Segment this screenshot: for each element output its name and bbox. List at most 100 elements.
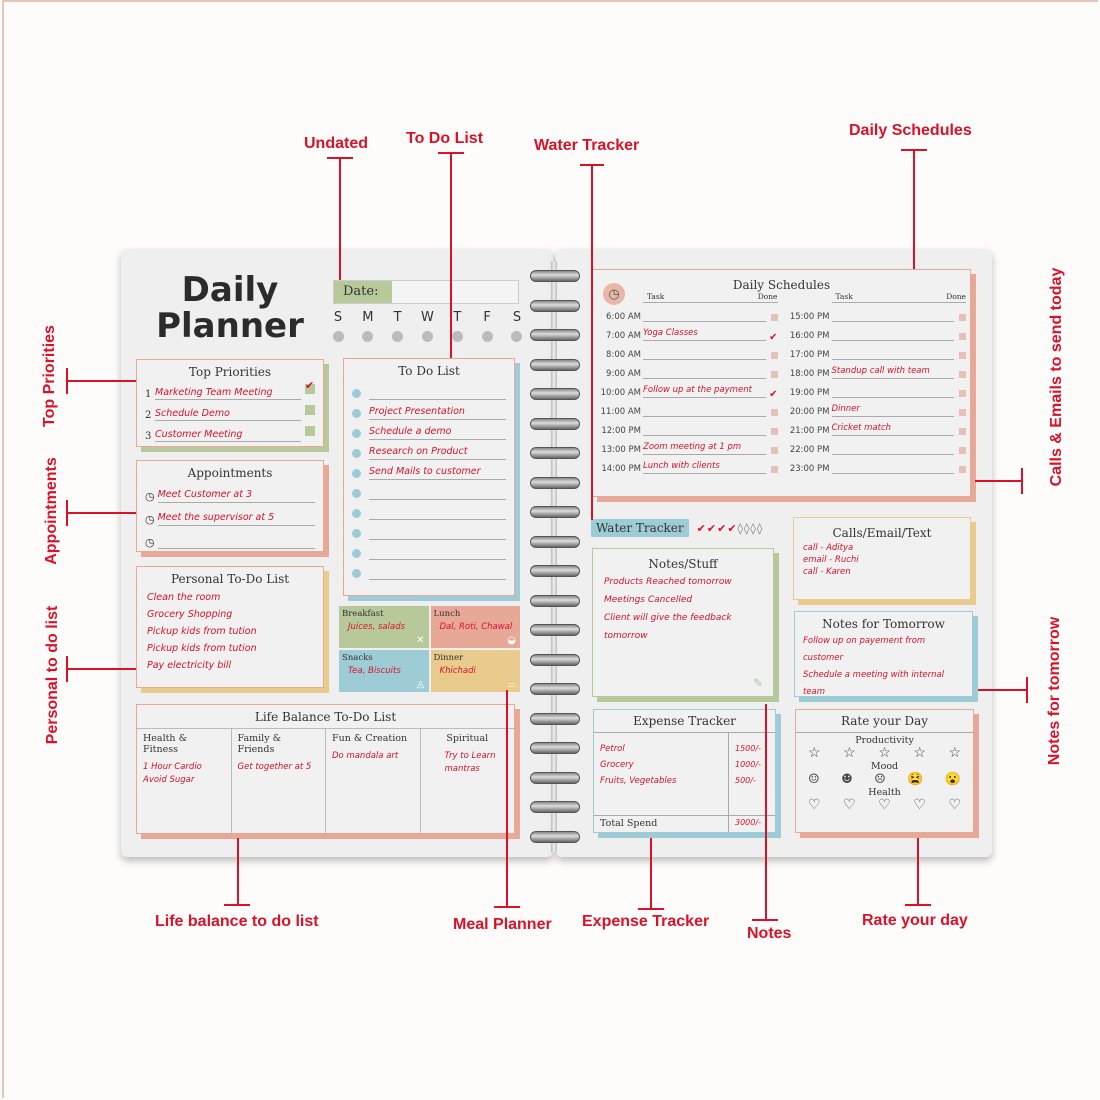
schedule-task[interactable] xyxy=(831,328,954,341)
star-icon[interactable]: ☆ xyxy=(948,746,961,761)
done-checkbox[interactable] xyxy=(766,363,778,382)
done-checkbox[interactable] xyxy=(766,420,778,439)
heart-icon[interactable]: ♡ xyxy=(878,798,891,813)
meal-cell-snacks[interactable]: Snacks Tea, Biscuits ◬ xyxy=(339,650,429,692)
life-balance-item[interactable]: Try to Learn mantras xyxy=(427,750,509,776)
schedule-task[interactable] xyxy=(831,385,954,398)
water-drop-checked-icon[interactable]: ✔ xyxy=(727,522,736,535)
priority-text[interactable]: Customer Meeting xyxy=(155,429,301,442)
done-checkbox[interactable] xyxy=(766,344,778,363)
weekday-option[interactable]: T xyxy=(390,310,406,342)
done-checkbox[interactable] xyxy=(954,344,966,363)
done-checkbox[interactable] xyxy=(954,458,966,477)
done-checkbox[interactable] xyxy=(766,458,778,477)
heart-icon[interactable]: ♡ xyxy=(913,798,926,813)
schedule-task[interactable] xyxy=(831,461,954,474)
todo-item[interactable] xyxy=(352,500,506,520)
schedule-task[interactable]: Lunch with clients xyxy=(643,461,766,474)
todo-item[interactable] xyxy=(352,480,506,500)
personal-todo-item[interactable]: Grocery Shopping xyxy=(147,606,313,623)
schedule-task[interactable] xyxy=(831,347,954,360)
done-checkbox[interactable] xyxy=(766,306,778,325)
weekday-option[interactable]: S xyxy=(509,310,525,342)
heart-icon[interactable]: ♡ xyxy=(808,798,821,813)
mood-face-icon[interactable]: 😮 xyxy=(945,772,961,787)
done-checkbox[interactable] xyxy=(954,325,966,344)
personal-todo-item[interactable]: Pickup kids from tution xyxy=(147,640,313,657)
star-icon[interactable]: ☆ xyxy=(913,746,926,761)
schedule-task[interactable] xyxy=(831,309,954,322)
done-checkbox[interactable] xyxy=(954,382,966,401)
schedule-task[interactable]: Standup call with team xyxy=(831,366,954,379)
todo-item[interactable] xyxy=(352,520,506,540)
star-icon[interactable]: ☆ xyxy=(808,746,821,761)
done-checkbox[interactable] xyxy=(954,420,966,439)
todo-item[interactable] xyxy=(352,560,506,580)
weekday-option[interactable]: F xyxy=(479,310,495,342)
done-checkbox[interactable] xyxy=(766,401,778,420)
list-item[interactable]: call - Aditya xyxy=(803,542,961,554)
done-checkbox[interactable]: ✔ xyxy=(766,325,777,344)
mood-face-icon[interactable]: 😫 xyxy=(907,772,923,787)
priority-text[interactable]: Marketing Team Meeting xyxy=(155,387,301,400)
water-drop-checked-icon[interactable]: ✔ xyxy=(707,522,716,535)
done-checkbox[interactable] xyxy=(954,363,966,382)
life-balance-item[interactable]: 1 Hour Cardio xyxy=(143,761,225,774)
schedule-task[interactable] xyxy=(643,309,766,322)
water-drop-icon[interactable]: ◊ xyxy=(750,522,755,535)
appointment-text[interactable]: Meet the supervisor at 5 xyxy=(157,512,315,526)
list-item[interactable]: Schedule a meeting with internal team xyxy=(803,667,964,701)
todo-item[interactable] xyxy=(352,380,506,400)
schedule-task[interactable]: Follow up at the payment xyxy=(643,385,766,398)
priority-checkbox[interactable]: ✔ xyxy=(305,379,315,394)
todo-item[interactable] xyxy=(352,540,506,560)
mood-face-icon[interactable]: ☺ xyxy=(808,772,820,787)
mood-face-icon[interactable]: ☻ xyxy=(841,772,853,787)
done-checkbox[interactable] xyxy=(954,401,966,420)
done-checkbox[interactable]: ✔ xyxy=(766,382,777,401)
appointment-text[interactable]: Meet Customer at 3 xyxy=(157,489,315,503)
list-item[interactable]: Client will give the feedback tomorrow xyxy=(604,609,762,645)
expense-item-amount[interactable]: 1000/- xyxy=(735,757,769,773)
expense-item-name[interactable]: Grocery xyxy=(600,757,722,773)
expense-item-amount[interactable]: 500/- xyxy=(735,773,769,789)
list-item[interactable]: Meetings Cancelled xyxy=(604,591,762,609)
schedule-task[interactable] xyxy=(643,366,766,379)
personal-todo-item[interactable]: Pickup kids from tution xyxy=(147,623,313,640)
schedule-task[interactable] xyxy=(643,347,766,360)
expense-item-name[interactable]: Fruits, Vegetables xyxy=(600,773,722,789)
list-item[interactable]: email - Ruchi xyxy=(803,554,961,566)
expense-item-name[interactable]: Petrol xyxy=(600,741,722,757)
schedule-task[interactable]: Cricket match xyxy=(831,423,954,436)
done-checkbox[interactable] xyxy=(954,306,966,325)
weekday-option[interactable]: W xyxy=(419,310,435,342)
water-drop-checked-icon[interactable]: ✔ xyxy=(717,522,726,535)
todo-item[interactable]: Send Mails to customer xyxy=(352,460,506,480)
schedule-task[interactable] xyxy=(643,423,766,436)
life-balance-item[interactable]: Do mandala art xyxy=(332,750,414,763)
date-field[interactable]: Date: xyxy=(333,280,519,304)
water-drop-icon[interactable]: ◊ xyxy=(744,522,749,535)
todo-item[interactable]: Schedule a demo xyxy=(352,420,506,440)
list-item[interactable]: Follow up on payement from customer xyxy=(803,633,964,667)
schedule-task[interactable] xyxy=(643,404,766,417)
life-balance-item[interactable]: Get together at 5 xyxy=(238,761,320,774)
priority-checkbox[interactable] xyxy=(305,405,315,415)
water-drop-icon[interactable]: ◊ xyxy=(738,522,743,535)
appointment-text[interactable] xyxy=(157,535,315,549)
weekday-option[interactable]: S xyxy=(330,310,346,342)
list-item[interactable]: Products Reached tomorrow xyxy=(604,573,762,591)
heart-icon[interactable]: ♡ xyxy=(948,798,961,813)
meal-cell-breakfast[interactable]: Breakfast Juices, salads ✕ xyxy=(339,606,429,648)
mood-face-icon[interactable]: ☹ xyxy=(874,772,886,787)
done-checkbox[interactable] xyxy=(954,439,966,458)
schedule-task[interactable] xyxy=(831,442,954,455)
heart-icon[interactable]: ♡ xyxy=(843,798,856,813)
personal-todo-item[interactable]: Pay electricity bill xyxy=(147,657,313,674)
list-item[interactable]: call - Karen xyxy=(803,566,961,578)
schedule-task[interactable]: Yoga Classes xyxy=(643,328,766,341)
done-checkbox[interactable] xyxy=(766,439,778,458)
schedule-task[interactable]: Dinner xyxy=(831,404,954,417)
water-drop-icon[interactable]: ◊ xyxy=(757,522,762,535)
life-balance-item[interactable]: Avoid Sugar xyxy=(143,774,225,787)
